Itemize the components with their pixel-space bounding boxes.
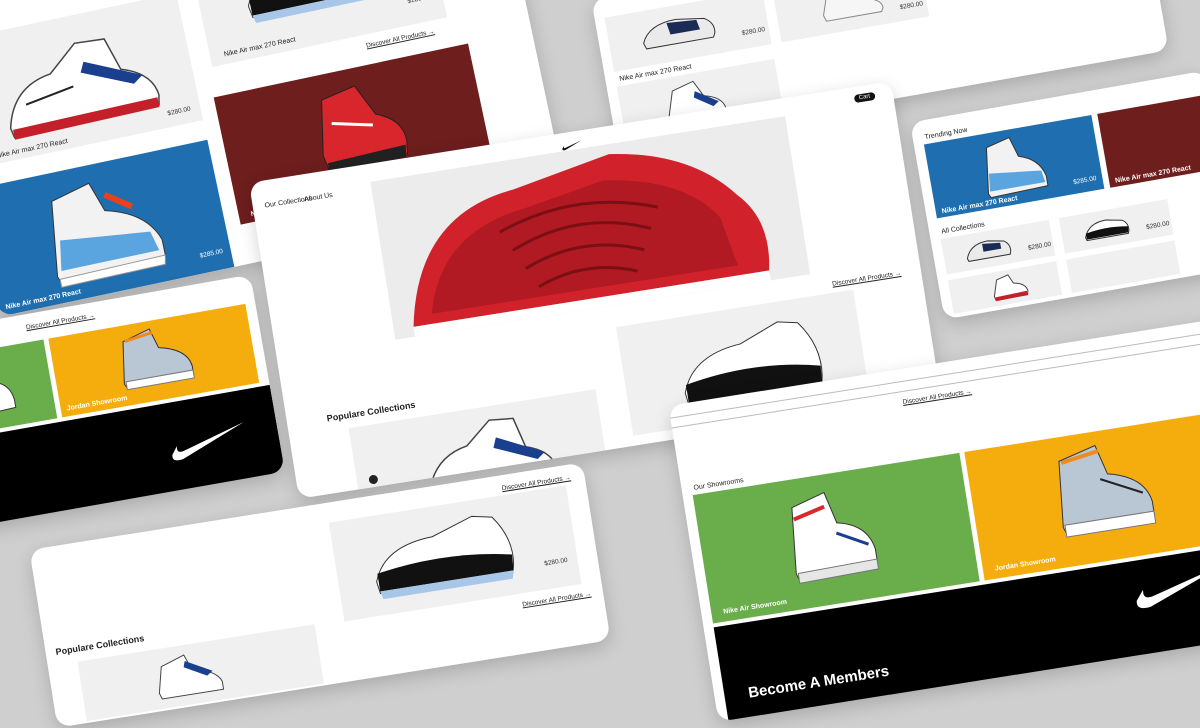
cart-button[interactable]: Cart (853, 91, 876, 104)
product-price: $280.00 (741, 26, 766, 38)
shoe-image (993, 274, 1029, 302)
shoe-image (122, 328, 195, 391)
product-name: Nike Air max 270 React (1114, 164, 1192, 185)
showroom-tile-green[interactable] (0, 339, 58, 435)
product-price: $280.00 (407, 0, 431, 5)
trending-tile-maroon[interactable]: Nike Air max 270 React (1097, 94, 1200, 188)
product-price: $280.00 (1027, 240, 1052, 252)
shoe-image (1085, 219, 1130, 242)
shoe-image (51, 182, 167, 288)
showroom-label: Jordan Showroom (66, 394, 128, 413)
shoe-image (791, 491, 880, 584)
product-price: $280.00 (1145, 220, 1170, 232)
showroom-label: Nike Air Showroom (722, 598, 788, 616)
shoe-image (9, 38, 160, 140)
product-price: $285.00 (199, 248, 224, 260)
discover-link[interactable]: Discover All Products → (26, 312, 96, 331)
nike-swoosh-icon (172, 421, 244, 461)
product-price: $285.00 (1072, 175, 1098, 187)
shoe-image (966, 240, 1012, 262)
product-tile-jordan-mars[interactable]: $280.00 Nike Air max 270 React (0, 0, 204, 166)
discover-link[interactable]: Discover All Products → (902, 388, 972, 406)
nav-about-link[interactable]: About Us (304, 192, 334, 203)
discover-link[interactable]: Discover All Products → (522, 591, 592, 609)
product-tile-air[interactable]: $280.00 (604, 0, 772, 72)
mockup-card-right: Trending Now $285.00 Nike Air max 270 Re… (909, 70, 1200, 320)
shoe-image (1058, 444, 1157, 538)
showroom-tile-yellow[interactable]: Jordan Showroom (964, 409, 1200, 581)
mockup-card-bottom: Discover All Products → $280.00 Discover… (29, 462, 611, 728)
become-member-heading: Become A Members (747, 662, 891, 702)
showroom-label: Jordan Showroom (994, 556, 1057, 573)
product-name: Nike Air max 270 React (223, 36, 297, 59)
product-price: $280.00 (166, 105, 192, 118)
next-arrow-icon[interactable] (368, 474, 379, 485)
shoe-image (985, 136, 1049, 199)
shoe-image (643, 17, 716, 50)
product-price: $280.00 (899, 0, 924, 12)
product-tile-white[interactable]: $280.00 (771, 0, 930, 43)
nike-swoosh-icon (1136, 562, 1200, 609)
discover-link[interactable]: Discover All Products → (832, 270, 902, 288)
shoe-image (823, 0, 884, 22)
shoe-image (247, 0, 391, 24)
mockup-card-left: Discover All Products → Jordan Showroom (0, 274, 286, 526)
shoe-image (376, 515, 515, 600)
shoe-image (158, 654, 225, 700)
shoe-image (0, 364, 17, 417)
product-price: $280.00 (543, 556, 569, 568)
